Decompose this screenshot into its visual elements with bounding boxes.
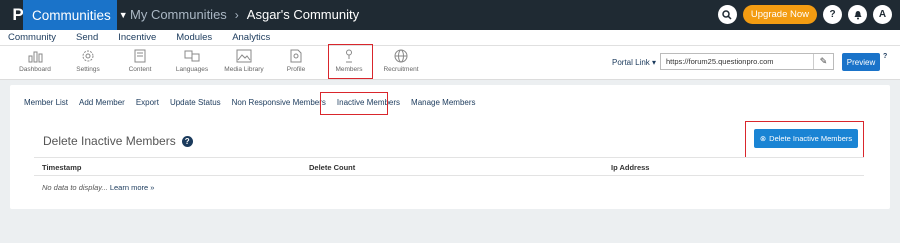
menu-send[interactable]: Send [76, 32, 98, 43]
table-header: Timestamp Delete Count Ip Address [34, 157, 864, 176]
learn-more-link[interactable]: Learn more » [110, 183, 155, 192]
help-icon[interactable]: ? [883, 53, 887, 60]
tab-add-member[interactable]: Add Member [79, 98, 125, 107]
column-delete-count[interactable]: Delete Count [309, 163, 355, 172]
breadcrumb-my-communities[interactable]: My Communities [130, 7, 227, 22]
menu-analytics[interactable]: Analytics [232, 32, 270, 43]
tab-non-responsive-members[interactable]: Non Responsive Members [232, 98, 326, 107]
tool-content[interactable]: Content [115, 48, 165, 73]
app-name: Communities [32, 7, 111, 23]
tool-media-library[interactable]: Media Library [219, 48, 269, 73]
tool-label: Recruitment [383, 66, 419, 73]
portal-link-dropdown[interactable]: Portal Link ▾ [612, 58, 656, 67]
tool-dashboard[interactable]: Dashboard [10, 48, 60, 73]
tab-export[interactable]: Export [136, 98, 159, 107]
delete-button-highlight [745, 121, 864, 158]
column-ip-address[interactable]: Ip Address [611, 163, 649, 172]
tool-label: Content [128, 66, 152, 73]
empty-state: No data to display... Learn more » [42, 183, 154, 192]
member-tabs: Member List Add Member Export Update Sta… [24, 98, 487, 107]
page-title: Delete Inactive Members [43, 134, 176, 148]
members-highlight [328, 44, 373, 79]
tab-member-list[interactable]: Member List [24, 98, 68, 107]
breadcrumb: My Communities › Asgar's Community [130, 7, 359, 22]
chart-icon [10, 48, 60, 64]
portal-url: https://forum25.questionpro.com [666, 57, 774, 66]
tool-label: Dashboard [19, 66, 51, 73]
bell-icon[interactable] [848, 5, 867, 24]
column-timestamp[interactable]: Timestamp [42, 163, 81, 172]
globe-icon [376, 48, 426, 64]
empty-text: No data to display... [42, 183, 108, 192]
image-icon [219, 48, 269, 64]
section-title: Delete Inactive Members ? [43, 134, 193, 148]
top-bar: P Communities ▼ My Communities › Asgar's… [0, 0, 900, 30]
pencil-icon[interactable]: ✎ [813, 54, 833, 69]
search-icon[interactable] [717, 5, 737, 24]
caret-down-icon: ▼ [118, 10, 128, 20]
upgrade-now-button[interactable]: Upgrade Now [742, 5, 817, 24]
menu-incentive[interactable]: Incentive [118, 32, 156, 43]
inactive-members-highlight [320, 92, 388, 115]
tool-label: Languages [175, 66, 209, 73]
tab-update-status[interactable]: Update Status [170, 98, 221, 107]
document-icon [115, 48, 165, 64]
menu-modules[interactable]: Modules [176, 32, 212, 43]
tool-label: Settings [76, 66, 100, 73]
breadcrumb-current: Asgar's Community [246, 7, 360, 22]
header-controls: Upgrade Now ? A [717, 5, 892, 24]
preview-button[interactable]: Preview [842, 53, 880, 71]
tool-recruitment[interactable]: Recruitment [376, 48, 426, 73]
portal-link-label: Portal Link [612, 58, 650, 67]
profile-icon [271, 48, 321, 64]
menu-community[interactable]: Community [8, 32, 56, 43]
tool-label: Profile [286, 66, 306, 73]
main-menu: Community Send Incentive Modules Analyti… [0, 30, 900, 46]
gear-icon [63, 48, 113, 64]
translate-icon [167, 48, 217, 64]
app-switcher-button[interactable]: Communities ▼ [23, 0, 128, 30]
tab-manage-members[interactable]: Manage Members [411, 98, 475, 107]
tool-profile[interactable]: Profile [271, 48, 321, 73]
tool-settings[interactable]: Settings [63, 48, 113, 73]
help-icon[interactable]: ? [181, 135, 193, 147]
tool-label: Media Library [224, 66, 264, 73]
portal-url-field[interactable]: https://forum25.questionpro.com ✎ [660, 53, 834, 70]
chevron-right-icon: › [234, 7, 239, 22]
user-avatar[interactable]: A [873, 5, 892, 24]
tool-languages[interactable]: Languages [167, 48, 217, 73]
help-icon[interactable]: ? [823, 5, 842, 24]
